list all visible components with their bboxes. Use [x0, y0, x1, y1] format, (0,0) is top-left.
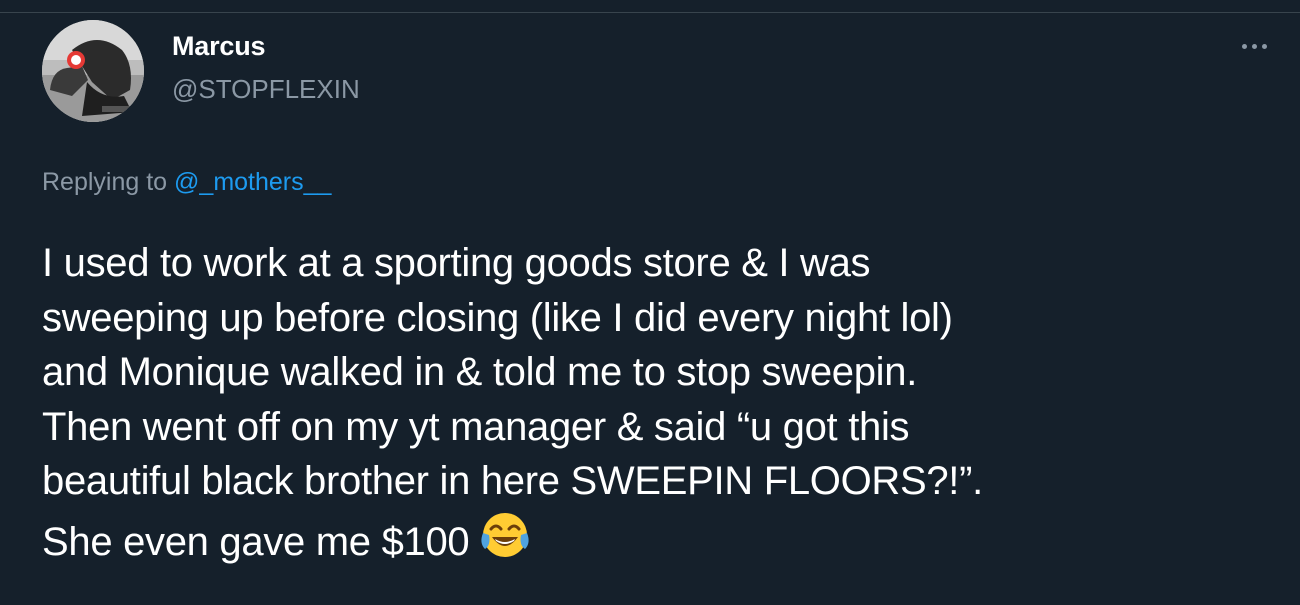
face-with-tears-of-joy-emoji-icon	[481, 512, 529, 557]
more-horizontal-icon	[1241, 43, 1247, 49]
more-dot	[1261, 43, 1267, 49]
tweet-text-line: She even gave me $100	[42, 519, 470, 564]
tweet-text-line: and Monique walked in & told me to stop …	[42, 350, 918, 394]
tweet-text-line: I used to work at a sporting goods store…	[42, 241, 871, 285]
user-handle[interactable]: @STOPFLEXIN	[172, 73, 360, 105]
top-divider	[0, 12, 1300, 13]
user-block: Marcus @STOPFLEXIN	[172, 30, 360, 105]
tweet-text-line-last: She even gave me $100	[42, 509, 1292, 570]
more-dot	[1251, 43, 1257, 49]
more-options-button[interactable]	[1236, 34, 1272, 58]
replying-to-handle-link[interactable]: @_mothers__	[174, 168, 331, 196]
display-name[interactable]: Marcus	[172, 30, 360, 62]
tweet-text: I used to work at a sporting goods store…	[42, 236, 1292, 569]
tweet-text-line: Then went off on my yt manager & said “u…	[42, 404, 910, 449]
tweet-text-line: beautiful black brother in here SWEEPIN …	[42, 459, 983, 503]
avatar[interactable]	[42, 20, 144, 122]
replying-to-label: Replying to	[42, 168, 168, 196]
tweet-text-line: sweeping up before closing (like I did e…	[42, 295, 953, 340]
profile-photo-icon	[42, 20, 144, 122]
replying-to: Replying to @_mothers__	[42, 166, 331, 198]
